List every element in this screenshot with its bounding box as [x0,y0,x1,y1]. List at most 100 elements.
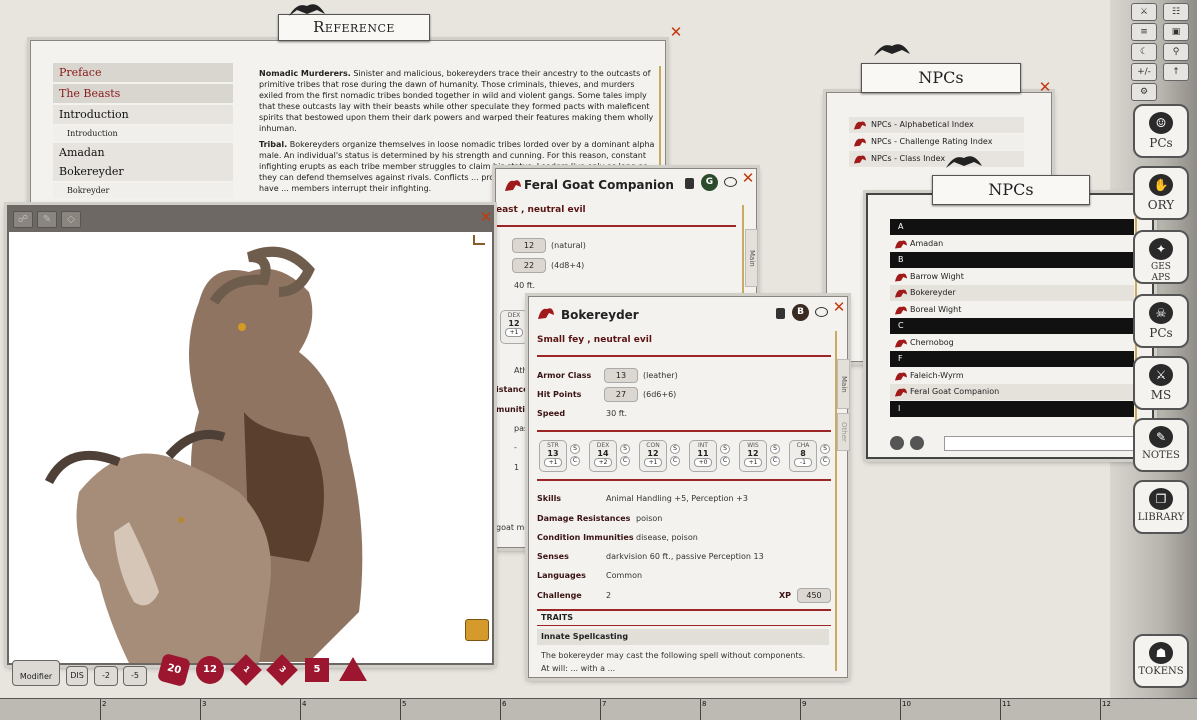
goat-badge[interactable]: G [701,174,718,191]
library-button[interactable]: ❐ LIBRARY [1133,480,1189,534]
tool-button[interactable]: ▣ [1163,23,1189,41]
d12-die[interactable]: 12 [196,656,224,684]
tool-button[interactable]: ⚙ [1131,83,1157,101]
condition-immunities-label: Condition Immunities [537,533,634,542]
ability-con[interactable]: CON 12 +1 [639,440,667,472]
notes-button[interactable]: ✎ NOTES [1133,418,1189,472]
npc-group-icon[interactable] [910,436,924,450]
ability-dex[interactable]: DEX 14 +2 [589,440,617,472]
ruler-tick [500,699,501,720]
npc-add-icon[interactable] [890,436,904,450]
ability-check-icon[interactable]: C [720,456,730,466]
toc-subitem-bokreyder[interactable]: Bokreyder [53,183,233,198]
hp-note: (6d6+6) [643,390,677,399]
boke-scrollbar[interactable] [835,331,837,671]
close-icon[interactable]: ✕ [832,300,846,315]
pen-icon[interactable]: ✎ [37,211,57,228]
ability-int[interactable]: INT 11 +0 [689,440,717,472]
ability-check-icon[interactable]: C [770,456,780,466]
tab-main[interactable]: Main [745,229,758,287]
minus2-button[interactable]: -2 [94,666,118,686]
tokens-icon: ☗ [1149,642,1173,664]
d6-die[interactable]: 5 [305,658,329,682]
library-icon: ❐ [1149,488,1173,510]
lock-icon[interactable] [776,308,785,319]
npc-list-item[interactable]: Amadan [890,236,1134,252]
chat-icon[interactable] [724,177,737,187]
npc-index-alphabetical[interactable]: NPCs - Alphabetical Index [849,117,1024,133]
tool-button[interactable]: ☷ [1163,3,1189,21]
ability-check-icon[interactable]: C [820,456,830,466]
npc-index-cr[interactable]: NPCs - Challenge Rating Index [849,134,1024,150]
image-window[interactable]: ☍ ✎ ◇ ✕ [7,205,494,665]
toc-item-bokereyder[interactable]: Bokereyder [53,162,233,181]
modifier-box[interactable]: Modifier [12,660,60,686]
bokereyder-window[interactable]: Bokereyder B ✕ Small fey , neutral evil … [528,296,850,678]
timeline-ruler[interactable]: 2 3 4 5 6 7 8 9 10 11 12 [0,698,1197,720]
toc-item-introduction[interactable]: Introduction [53,105,233,124]
npc-list-item[interactable]: Faleich-Wyrm [890,368,1134,384]
npc-search-input[interactable] [944,436,1136,451]
lock-icon[interactable] [685,178,694,189]
tool-button[interactable]: ☾ [1131,43,1157,61]
pointer-icon[interactable]: ☍ [13,211,33,228]
ability-check-icon[interactable]: C [570,456,580,466]
chat-icon[interactable] [815,307,828,317]
tool-button[interactable]: ⚲ [1163,43,1189,61]
story-button[interactable]: ✋ ORY [1133,166,1189,220]
tab-other[interactable]: Other [837,413,850,451]
toc-item-preface[interactable]: Preface [53,63,233,82]
image-share-icon[interactable] [465,619,489,641]
items-button[interactable]: ⚔ MS [1133,356,1189,410]
tool-button[interactable]: +/- [1131,63,1157,81]
pin-icon[interactable] [473,235,485,245]
tool-button[interactable]: ↑ [1163,63,1189,81]
npc-list-item[interactable]: Feral Goat Companion [890,384,1134,400]
toc-item-amadan[interactable]: Amadan [53,143,233,162]
goat-ac-field[interactable]: 12 [512,238,546,253]
xp-field[interactable]: 450 [797,588,831,603]
npc-list-item[interactable]: Boreal Wight [890,302,1134,318]
challenge-label: Challenge [537,591,582,600]
ability-save-icon[interactable]: S [770,444,780,454]
ability-save-icon[interactable]: S [620,444,630,454]
npc-list-item[interactable]: Barrow Wight [890,269,1134,285]
close-icon[interactable]: ✕ [1038,80,1052,95]
ability-save-icon[interactable]: S [820,444,830,454]
minus5-button[interactable]: -5 [123,666,147,686]
images-maps-button[interactable]: ✦ GES APS [1133,230,1189,284]
toc-item-the-beasts[interactable]: The Beasts [53,84,233,103]
ability-str[interactable]: STR 13 +1 [539,440,567,472]
ability-save-icon[interactable]: S [570,444,580,454]
ability-check-icon[interactable]: C [670,456,680,466]
close-icon[interactable]: ✕ [741,171,755,186]
tool-button[interactable]: ⚔ [1131,3,1157,21]
ac-field[interactable]: 13 [604,368,638,383]
hp-field[interactable]: 27 [604,387,638,402]
goat-dex-block[interactable]: DEX 12 +1 [500,310,528,344]
npc-list-item[interactable]: Chernobog [890,335,1134,351]
ability-wis[interactable]: WIS 12 +1 [739,440,767,472]
eraser-icon[interactable]: ◇ [61,211,81,228]
tokens-button[interactable]: ☗ TOKENS [1133,634,1189,688]
close-icon[interactable]: ✕ [669,25,683,40]
tab-main[interactable]: Main [837,359,850,409]
boke-badge[interactable]: B [792,304,809,321]
npc-index-class[interactable]: NPCs - Class Index [849,151,1024,167]
ability-save-icon[interactable]: S [720,444,730,454]
npc-list-item[interactable]: Bokereyder [890,285,1134,301]
ability-save-icon[interactable]: S [670,444,680,454]
d4-die[interactable] [338,656,368,682]
ability-cha[interactable]: CHA 8 -1 [789,440,817,472]
dis-button[interactable]: DIS [66,666,88,686]
npcs-button[interactable]: ☠ PCs [1133,294,1189,348]
ruler-label: 8 [702,700,707,708]
ability-check-icon[interactable]: C [620,456,630,466]
close-icon[interactable]: ✕ [479,210,493,225]
toc-subitem-introduction[interactable]: Introduction [53,126,233,141]
tool-button[interactable]: ≡ [1131,23,1157,41]
goat-hp-field[interactable]: 22 [512,258,546,273]
pcs-button[interactable]: ☺ PCs [1133,104,1189,158]
d20-die[interactable]: 20 [156,652,192,688]
npc-list-window[interactable]: A Amadan B Barrow Wight Bokereyder Boreal Wig… [866,193,1154,459]
